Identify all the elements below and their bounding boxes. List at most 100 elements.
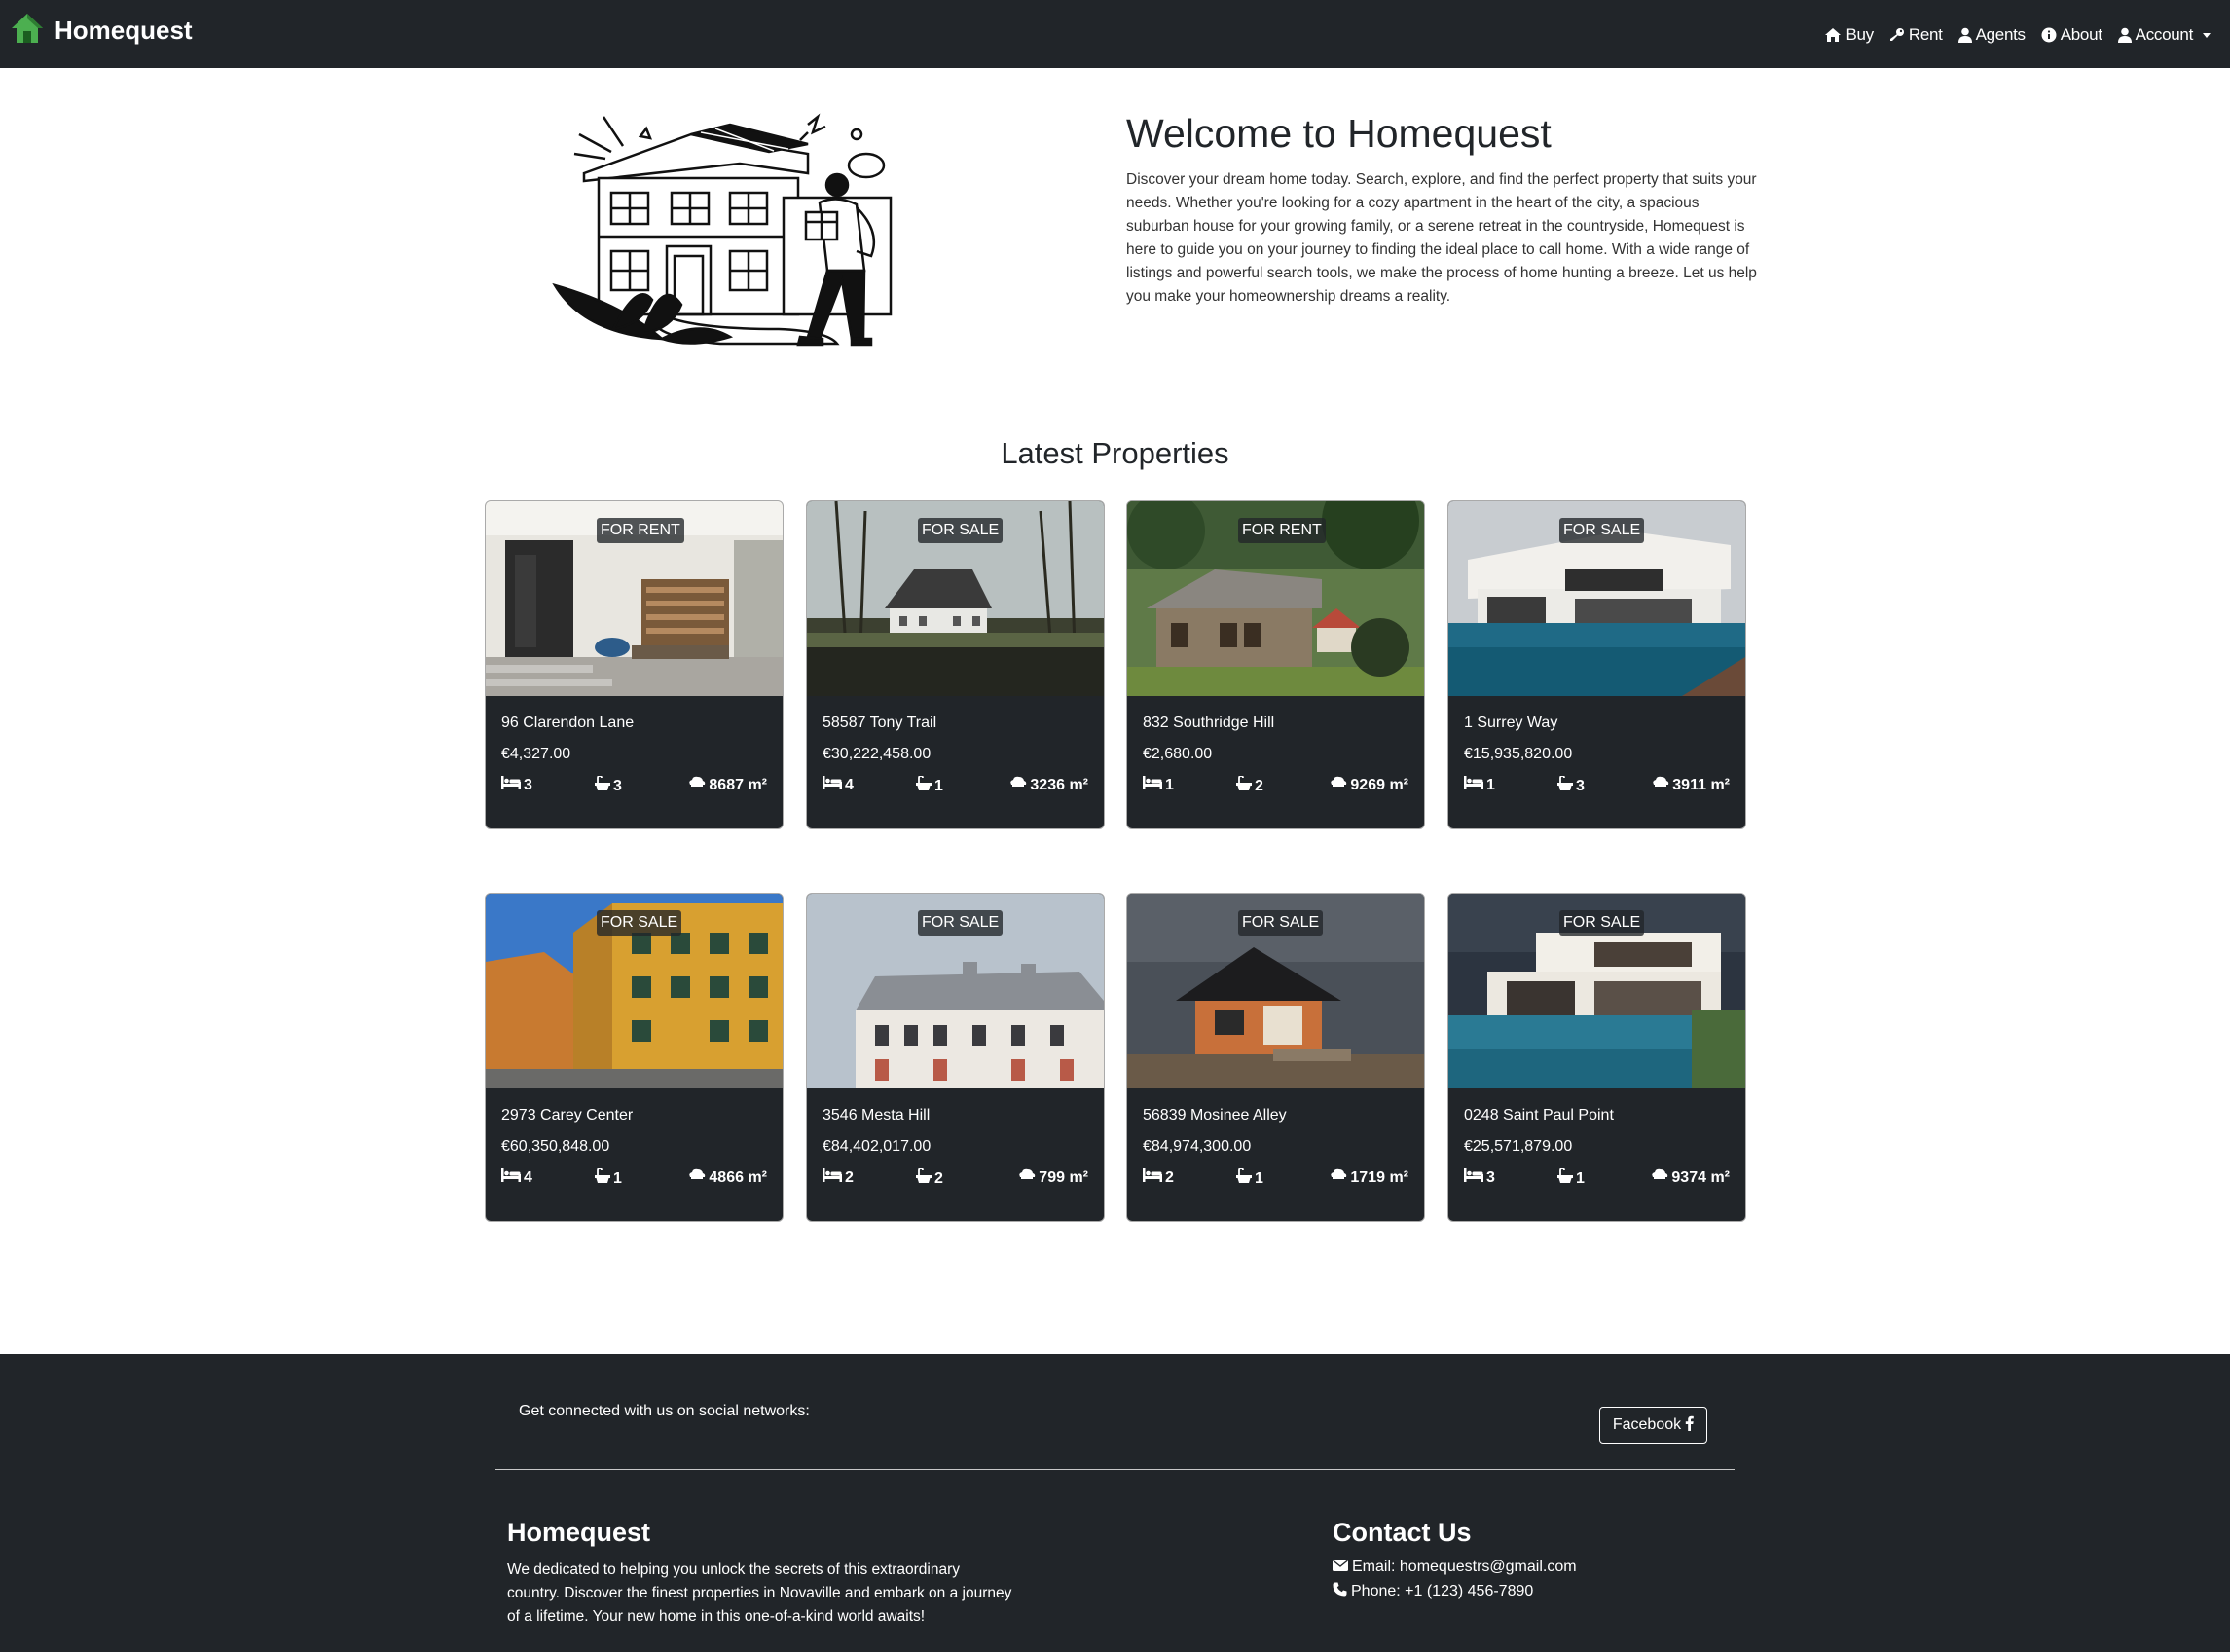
brand-name: Homequest bbox=[55, 15, 193, 45]
baths-count: 2 bbox=[1255, 777, 1263, 794]
property-price: €60,350,848.00 bbox=[501, 1138, 610, 1155]
area-stat: 9374 m² bbox=[1651, 1168, 1730, 1187]
beds-count: 1 bbox=[1486, 776, 1495, 793]
social-networks-text: Get connected with us on social networks… bbox=[519, 1403, 810, 1419]
area-icon bbox=[1652, 776, 1669, 794]
baths-stat: 1 bbox=[1236, 1167, 1263, 1189]
area-icon bbox=[1651, 1168, 1668, 1187]
area-value: 1719 m² bbox=[1350, 1168, 1408, 1186]
footer-brand: Homequest bbox=[507, 1518, 651, 1547]
bath-icon bbox=[1236, 775, 1252, 796]
beds-count: 2 bbox=[845, 1168, 854, 1186]
area-value: 3236 m² bbox=[1030, 776, 1088, 793]
brand-link[interactable]: Homequest bbox=[10, 13, 193, 48]
phone-icon bbox=[1333, 1582, 1347, 1601]
nav-agents-label: Agents bbox=[1975, 25, 2026, 44]
hero-description: Discover your dream home today. Search, … bbox=[1126, 171, 1757, 305]
info-icon bbox=[2041, 27, 2057, 43]
facebook-button[interactable]: Facebook bbox=[1599, 1407, 1707, 1444]
beds-count: 4 bbox=[524, 1168, 532, 1186]
property-card[interactable]: FOR SALE 58587 Tony Trail €30,222,458.00… bbox=[806, 500, 1105, 829]
property-address: 96 Clarendon Lane bbox=[501, 715, 635, 731]
contact-phone[interactable]: Phone: +1 (123) 456-7890 bbox=[1333, 1582, 1533, 1601]
contact-email[interactable]: Email: homequestrs@gmail.com bbox=[1333, 1559, 1577, 1576]
footer-description: We dedicated to helping you unlock the s… bbox=[507, 1561, 1012, 1625]
beds-count: 4 bbox=[845, 776, 854, 793]
bed-icon bbox=[1143, 776, 1162, 794]
property-stats: 1 3 3911 m² bbox=[1464, 775, 1730, 796]
nav-account-label: Account bbox=[2135, 25, 2194, 44]
property-address: 2973 Carey Center bbox=[501, 1107, 634, 1123]
bath-icon bbox=[916, 775, 932, 796]
area-stat: 799 m² bbox=[1018, 1168, 1088, 1187]
property-price: €84,974,300.00 bbox=[1143, 1138, 1252, 1155]
baths-stat: 3 bbox=[595, 775, 622, 796]
main-nav: Buy Rent Agents About Account bbox=[1824, 21, 2211, 49]
nav-buy[interactable]: Buy bbox=[1824, 25, 1874, 45]
property-price: €84,402,017.00 bbox=[823, 1138, 932, 1155]
user-icon bbox=[1957, 27, 1972, 43]
baths-count: 3 bbox=[613, 777, 622, 794]
facebook-icon bbox=[1685, 1415, 1694, 1436]
baths-stat: 2 bbox=[1236, 775, 1263, 796]
contact-title: Contact Us bbox=[1333, 1518, 1472, 1547]
nav-rent-label: Rent bbox=[1908, 25, 1943, 44]
hero-illustration bbox=[545, 105, 915, 353]
user-icon bbox=[2117, 27, 2132, 43]
envelope-icon bbox=[1333, 1559, 1348, 1576]
bed-icon bbox=[823, 1168, 842, 1187]
baths-stat: 1 bbox=[916, 775, 943, 796]
beds-count: 3 bbox=[524, 776, 532, 793]
listing-type-badge: FOR RENT bbox=[597, 518, 684, 543]
baths-count: 3 bbox=[1576, 777, 1585, 794]
footer-divider bbox=[495, 1469, 1735, 1470]
bed-icon bbox=[823, 776, 842, 794]
bed-icon bbox=[1464, 776, 1483, 794]
baths-count: 1 bbox=[1255, 1169, 1263, 1187]
property-card[interactable]: FOR RENT 96 Clarendon Lane €4,327.00 3 3… bbox=[485, 500, 784, 829]
beds-count: 1 bbox=[1165, 776, 1174, 793]
bath-icon bbox=[1557, 1167, 1573, 1189]
property-card[interactable]: FOR RENT 832 Southridge Hill €2,680.00 1… bbox=[1126, 500, 1425, 829]
property-card[interactable]: FOR SALE 0248 Saint Paul Point €25,571,8… bbox=[1447, 893, 1746, 1222]
area-value: 799 m² bbox=[1039, 1168, 1088, 1186]
bath-icon bbox=[595, 1167, 610, 1189]
baths-count: 2 bbox=[934, 1169, 943, 1187]
beds-stat: 2 bbox=[823, 1168, 854, 1187]
property-stats: 1 2 9269 m² bbox=[1143, 775, 1408, 796]
property-card[interactable]: FOR SALE 1 Surrey Way €15,935,820.00 1 3… bbox=[1447, 500, 1746, 829]
nav-agents[interactable]: Agents bbox=[1957, 25, 2026, 45]
area-value: 9269 m² bbox=[1350, 776, 1408, 793]
property-stats: 3 1 9374 m² bbox=[1464, 1167, 1730, 1189]
baths-stat: 1 bbox=[1557, 1167, 1585, 1189]
bath-icon bbox=[1557, 775, 1573, 796]
beds-stat: 4 bbox=[823, 776, 854, 794]
area-value: 9374 m² bbox=[1671, 1168, 1730, 1186]
baths-stat: 2 bbox=[916, 1167, 943, 1189]
site-footer: Get connected with us on social networks… bbox=[0, 1354, 2230, 1652]
area-icon bbox=[1009, 776, 1027, 794]
contact-phone-text: Phone: +1 (123) 456-7890 bbox=[1351, 1583, 1534, 1599]
nav-about[interactable]: About bbox=[2041, 25, 2102, 45]
area-value: 3911 m² bbox=[1672, 776, 1730, 793]
listing-type-badge: FOR RENT bbox=[1238, 518, 1326, 543]
listing-type-badge: FOR SALE bbox=[597, 910, 682, 936]
bed-icon bbox=[1143, 1168, 1162, 1187]
beds-stat: 1 bbox=[1143, 776, 1174, 794]
beds-count: 2 bbox=[1165, 1168, 1174, 1186]
bed-icon bbox=[1464, 1168, 1483, 1187]
property-card[interactable]: FOR SALE 56839 Mosinee Alley €84,974,300… bbox=[1126, 893, 1425, 1222]
nav-rent[interactable]: Rent bbox=[1889, 25, 1943, 45]
baths-count: 1 bbox=[613, 1169, 622, 1187]
area-icon bbox=[1330, 1168, 1347, 1187]
nav-buy-label: Buy bbox=[1846, 25, 1874, 44]
property-price: €2,680.00 bbox=[1143, 746, 1213, 762]
area-icon bbox=[1018, 1168, 1036, 1187]
beds-stat: 2 bbox=[1143, 1168, 1174, 1187]
property-card[interactable]: FOR SALE 2973 Carey Center €60,350,848.0… bbox=[485, 893, 784, 1222]
nav-about-label: About bbox=[2060, 25, 2102, 44]
nav-account-dropdown[interactable]: Account bbox=[2117, 25, 2211, 45]
bed-icon bbox=[501, 776, 521, 794]
property-card[interactable]: FOR SALE 3546 Mesta Hill €84,402,017.00 … bbox=[806, 893, 1105, 1222]
area-stat: 8687 m² bbox=[688, 776, 767, 794]
